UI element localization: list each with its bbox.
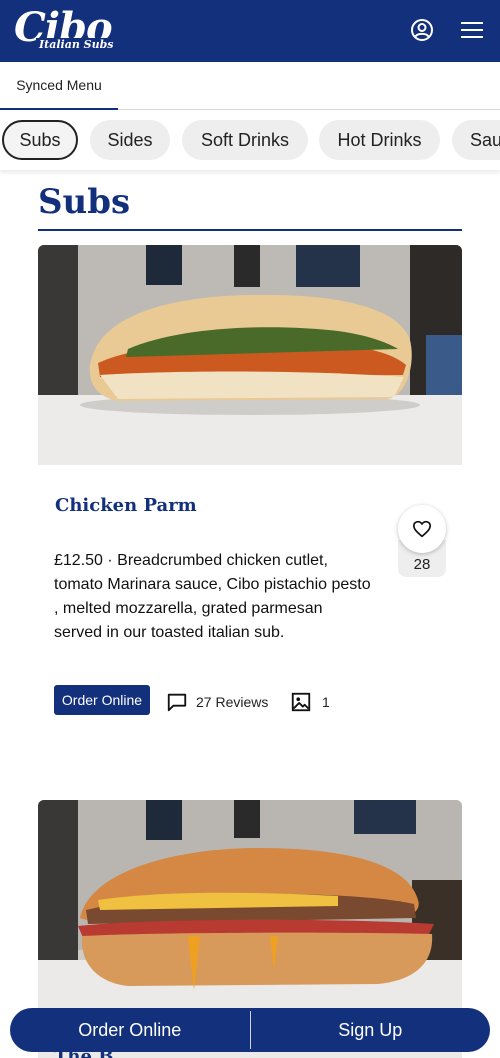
like-count: 28 [413,556,431,573]
photos-link[interactable]: 1 [290,690,330,714]
category-nav: Subs Sides Soft Drinks Hot Drinks Sau [0,110,500,170]
top-header: Cibo Italian Subs [0,0,500,62]
hamburger-menu-icon[interactable] [459,17,485,43]
section-title: Subs [38,182,131,222]
order-online-button[interactable]: Order Online [54,685,150,715]
item-name[interactable]: Chicken Parm [55,494,197,518]
section-divider [38,229,462,231]
item-photo[interactable] [38,245,462,465]
menu-tab-bar: Synced Menu [0,62,500,110]
logo-tagline: Italian Subs [36,38,117,52]
image-icon [291,692,311,712]
category-pill-subs[interactable]: Subs [2,120,78,160]
item-description: £12.50 · Breadcrumbed chicken cutlet, to… [54,552,371,641]
reviews-link[interactable]: 27 Reviews [166,690,268,714]
bottom-bar-divider [249,1011,251,1049]
comment-icon [167,693,187,712]
category-pill-soft-drinks[interactable]: Soft Drinks [182,120,308,160]
user-circle-icon[interactable] [409,17,435,43]
category-pill-sides[interactable]: Sides [90,120,170,160]
heart-icon [413,520,431,538]
tab-synced-menu[interactable]: Synced Menu [0,62,118,110]
brand-logo[interactable]: Cibo Italian Subs [14,6,132,58]
reviews-count: 27 Reviews [196,694,269,710]
sign-up-button[interactable]: Sign Up [251,1008,491,1052]
order-online-cta[interactable]: Order Online [10,1008,250,1052]
category-pill-sauces[interactable]: Sau [452,120,500,160]
photos-count: 1 [322,694,330,710]
category-pill-hot-drinks[interactable]: Hot Drinks [319,120,440,160]
favourite-button[interactable] [398,505,446,553]
bottom-action-bar: Order Online Sign Up [10,1008,490,1052]
